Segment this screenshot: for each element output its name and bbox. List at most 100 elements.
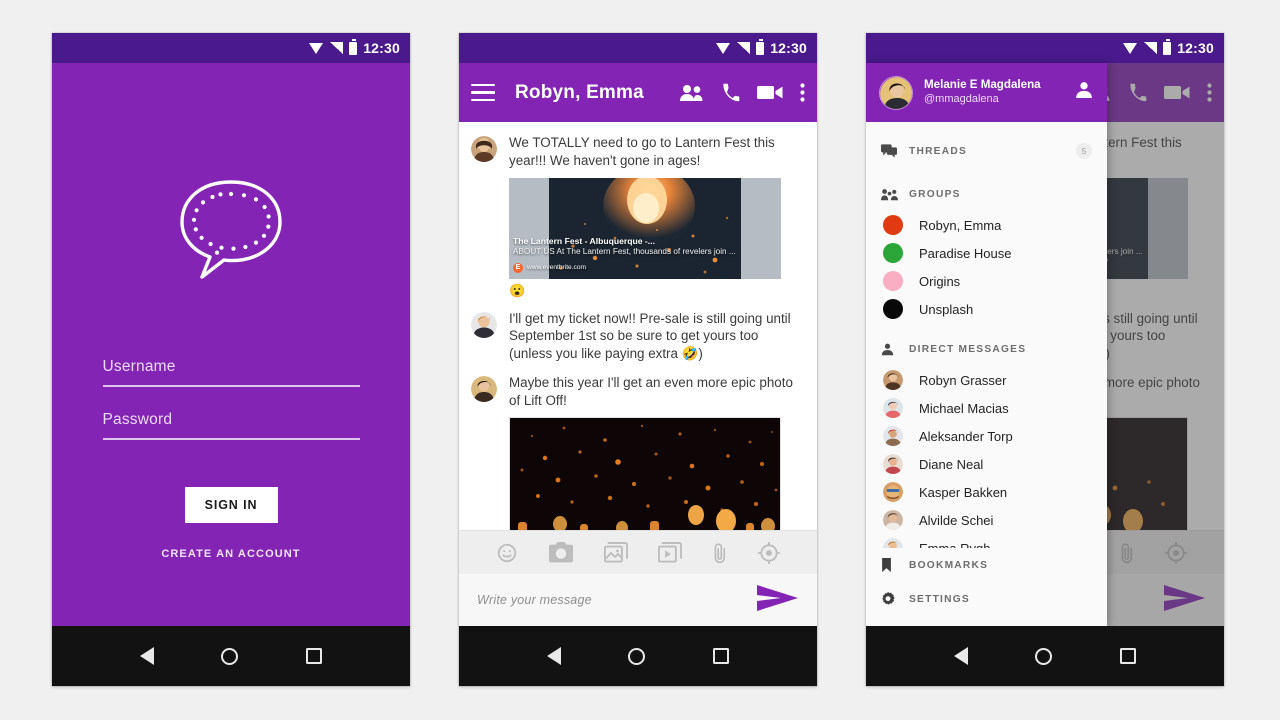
drawer-dm-item[interactable]: Kasper Bakken [866,478,1107,506]
status-bar-icons [716,39,765,55]
location-icon[interactable] [757,541,780,564]
group-icon[interactable] [679,84,704,102]
drawer-dm-item[interactable]: Alvilde Schei [866,506,1107,534]
group-label: Unsplash [919,301,974,317]
password-label: Password [102,411,173,428]
drawer-group-item[interactable]: Origins [866,267,1107,295]
username-label: Username [102,358,176,375]
drawer-section-settings[interactable]: SETTINGS [866,582,1107,616]
home-icon[interactable] [221,647,239,665]
gallery-icon[interactable] [603,542,628,563]
drawer-group-item[interactable]: Paradise House [866,239,1107,267]
drawer-list: THREADS 5 GROUPS Robyn, Emma Paradise Ho… [866,122,1107,548]
link-preview-url: www.eventbrite.com [527,264,586,272]
message-input[interactable]: Write your message [477,593,756,607]
back-icon[interactable] [139,647,154,665]
link-preview-source: E www.eventbrite.com [513,262,777,273]
message-item: We TOTALLY need to go to Lantern Fest th… [471,134,805,299]
drawer-group-item[interactable]: Unsplash [866,295,1107,323]
eventbrite-favicon-icon: E [513,262,523,273]
hamburger-icon[interactable] [471,83,495,102]
attachment-toolbar [459,530,817,574]
person-icon [881,343,909,356]
message-body: I'll get my ticket now!! Pre-sale is sti… [509,310,805,363]
status-bar: 12:30 [866,33,1224,63]
sign-in-button[interactable]: SIGN IN [184,487,278,523]
screenshot-stage: 12:30 Username Password SIGN IN CREATE A… [0,0,1280,720]
drawer-profile-names: Melanie E Magdalena @mmagdalena [924,78,1063,106]
chat-app-bar: Robyn, Emma [459,63,817,122]
recents-icon[interactable] [1120,648,1137,664]
signal-icon [737,42,751,54]
lantern-night-photo[interactable] [509,416,781,538]
phone-chat: 12:30 Robyn, Emma We TOTALLY need to go … [459,33,817,686]
drawer-section-direct-messages[interactable]: DIRECT MESSAGES [866,332,1107,366]
gear-icon [881,592,909,606]
group-color-dot [883,299,903,319]
person-icon[interactable] [1074,80,1094,105]
wifi-icon [1123,42,1138,54]
back-icon[interactable] [546,647,561,665]
drawer-dm-item[interactable]: Diane Neal [866,450,1107,478]
drawer-section-bookmarks[interactable]: BOOKMARKS [866,548,1107,582]
send-icon[interactable] [756,583,799,618]
message-reaction[interactable]: 😮 [509,283,805,299]
recents-icon[interactable] [713,648,730,664]
message-text: Maybe this year I'll get an even more ep… [509,375,793,408]
avatar [883,398,903,418]
emoji-icon[interactable] [496,542,518,564]
drawer-section-groups[interactable]: GROUPS [866,177,1107,211]
android-nav-bar [866,626,1224,686]
phone-login: 12:30 Username Password SIGN IN CREATE A… [52,33,410,686]
phone-icon[interactable] [721,83,740,102]
back-icon[interactable] [953,647,968,665]
signal-icon [330,42,344,54]
link-preview-card[interactable]: The Lantern Fest - Albuquerque -... ABOU… [509,177,781,279]
recents-icon[interactable] [306,648,323,664]
username-field[interactable]: Username [102,358,360,387]
message-item: Maybe this year I'll get an even more ep… [471,374,805,538]
avatar [471,311,497,338]
dm-label: Emma Rygh [919,540,991,549]
home-icon[interactable] [1035,647,1053,665]
dm-label: Aleksander Torp [919,428,1013,444]
avatar [879,75,913,110]
group-color-dot [883,243,903,263]
avatar [883,454,903,474]
avatar [471,136,497,162]
home-icon[interactable] [628,647,646,665]
login-screen: Username Password SIGN IN CREATE AN ACCO… [52,63,410,626]
status-bar-clock: 12:30 [363,40,400,56]
section-label: GROUPS [909,188,961,200]
profile-handle: @mmagdalena [924,92,999,105]
avatar [883,426,903,446]
chat-body: We TOTALLY need to go to Lantern Fest th… [459,122,817,626]
video-library-icon[interactable] [658,542,683,563]
message-composer: Write your message [459,574,817,626]
wifi-icon [716,42,731,54]
attachment-icon[interactable] [713,542,727,564]
dm-label: Kasper Bakken [919,484,1008,500]
chat-app-bar-actions [679,83,805,102]
drawer-dm-item[interactable]: Michael Macias [866,394,1107,422]
drawer-dm-item[interactable]: Emma Rygh [866,534,1107,548]
camera-icon[interactable] [548,542,573,563]
create-account-link[interactable]: CREATE AN ACCOUNT [161,548,300,560]
drawer-group-item[interactable]: Robyn, Emma [866,211,1107,239]
drawer-dm-item[interactable]: Robyn Grasser [866,366,1107,394]
dm-label: Alvilde Schei [919,512,994,528]
login-form: Username Password [102,358,360,440]
avatar [883,538,903,548]
wifi-icon [309,42,324,54]
video-icon[interactable] [757,84,783,101]
drawer-profile-header[interactable]: Melanie E Magdalena @mmagdalena [866,63,1107,122]
status-bar-clock: 12:30 [1177,40,1214,56]
message-item: I'll get my ticket now!! Pre-sale is sti… [471,310,805,363]
overflow-icon[interactable] [800,83,805,102]
drawer-dm-item[interactable]: Aleksander Torp [866,422,1107,450]
chat-title: Robyn, Emma [515,81,644,103]
password-field[interactable]: Password [102,411,360,440]
drawer-section-threads[interactable]: THREADS 5 [866,134,1107,168]
message-body: We TOTALLY need to go to Lantern Fest th… [509,134,805,299]
group-label: Robyn, Emma [919,217,1002,233]
